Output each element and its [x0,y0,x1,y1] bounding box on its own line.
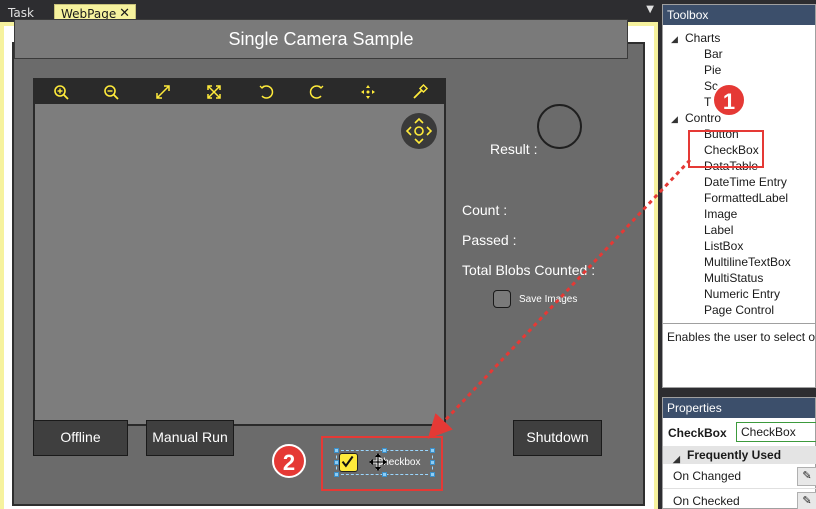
property-row-on-changed[interactable]: On Changed ✎ [663,465,816,489]
screen-root: Task WebPage ✕ ▼ Single Camera Sample Re… [0,0,816,509]
offline-button[interactable]: Offline [33,420,128,456]
property-label: On Checked [673,494,740,508]
toolbox-item[interactable]: T [704,95,711,109]
toolbox-description: Enables the user to select or [663,323,815,387]
count-label: Count : [462,202,508,218]
toolbox-item[interactable]: MultiStatus [704,271,763,285]
total-blobs-label: Total Blobs Counted : [462,262,596,278]
collapse-arrow-icon[interactable]: ◢ [671,115,678,125]
result-label: Result : [490,141,538,157]
toolbox-group-controls[interactable]: Contro [685,111,721,125]
toolbox-item[interactable]: Label [704,223,733,237]
page-title: Single Camera Sample [14,19,628,59]
edit-pencil-icon[interactable]: ✎ [797,467,816,486]
properties-category-label: Frequently Used [687,448,782,462]
rotate-left-icon[interactable] [257,83,275,101]
tab-dropdown-icon[interactable]: ▼ [646,4,654,15]
toolbox-tree: ◢ Charts Bar Pie Sc T ◢ Contro Button Ch… [663,25,815,321]
toolbox-item[interactable]: MultilineTextBox [704,255,791,269]
toolbox-checkbox-highlight [688,130,764,168]
property-label: On Changed [673,469,742,483]
toolbox-title: Toolbox [663,5,815,25]
passed-label: Passed : [462,232,517,248]
camera-toolbar [35,80,444,104]
drop-target-highlight [321,436,443,491]
edit-pencil-icon[interactable]: ✎ [797,492,816,509]
toolbox-item[interactable]: Page Control [704,303,774,317]
save-images-checkbox[interactable] [493,290,511,308]
property-row-on-checked[interactable]: On Checked ✎ [663,490,816,509]
annotation-badge-1: 1 [712,83,746,117]
eyedropper-icon[interactable] [411,83,429,101]
pan-icon[interactable] [359,83,377,101]
collapse-arrow-icon[interactable]: ◢ [671,35,678,45]
properties-name-field[interactable]: CheckBox [736,422,816,442]
toolbox-panel: Toolbox ◢ Charts Bar Pie Sc T ◢ Contro B… [662,4,816,388]
toolbox-item[interactable]: Image [704,207,737,221]
properties-title: Properties [663,398,815,418]
toolbox-item[interactable]: Pie [704,63,721,77]
toolbox-item[interactable]: Numeric Entry [704,287,780,301]
fit-diagonal-icon[interactable] [154,83,172,101]
zoom-in-icon[interactable] [52,83,70,101]
manual-run-button[interactable]: Manual Run [146,420,234,456]
rotate-right-icon[interactable] [308,83,326,101]
toolbox-group-charts[interactable]: Charts [685,31,720,45]
properties-category[interactable]: ◢ Frequently Used [663,446,816,464]
camera-display[interactable] [33,78,446,426]
navigation-pad-icon[interactable] [401,113,437,149]
zoom-out-icon[interactable] [102,83,120,101]
properties-type-label: CheckBox [668,426,727,440]
toolbox-item[interactable]: ListBox [704,239,743,253]
shutdown-button[interactable]: Shutdown [513,420,602,456]
toolbox-item[interactable]: Bar [704,47,723,61]
fit-all-icon[interactable] [205,83,223,101]
annotation-badge-2: 2 [272,444,306,478]
result-indicator [537,104,582,149]
toolbox-item[interactable]: FormattedLabel [704,191,788,205]
toolbox-item[interactable]: DateTime Entry [704,175,787,189]
save-images-label: Save Images [519,294,578,305]
properties-panel: Properties CheckBox CheckBox ◢ Frequentl… [662,397,816,509]
